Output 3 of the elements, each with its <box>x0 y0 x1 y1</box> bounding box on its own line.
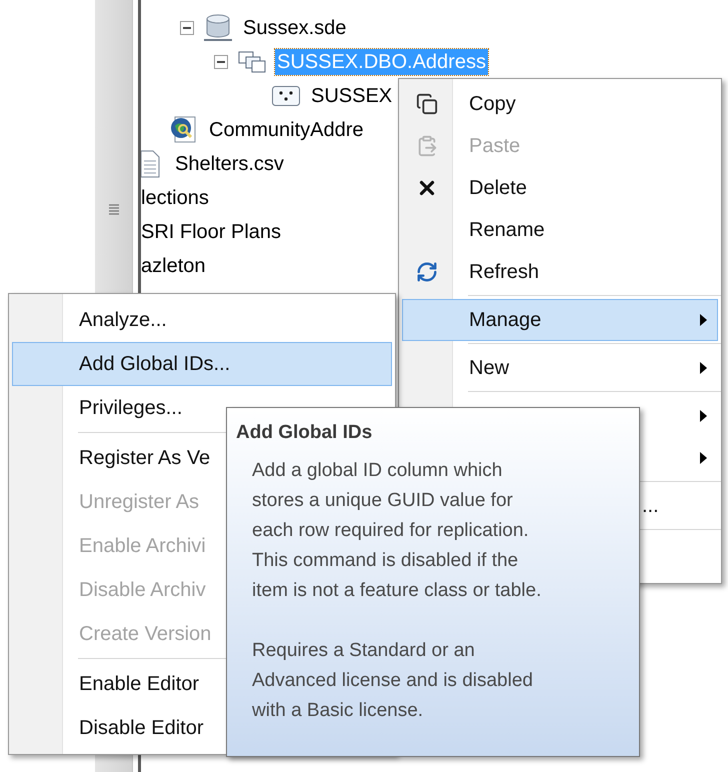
tooltip-text: Requires a Standard or an Advanced license and is disabled with a Basic license. <box>252 639 534 723</box>
tooltip-title: Add Global IDs <box>236 421 374 445</box>
tooltip-text: Add a global ID column which stores a unique GUID value for each row required for replication. This command is disabled if the item is not a feature class or table. <box>252 459 542 603</box>
